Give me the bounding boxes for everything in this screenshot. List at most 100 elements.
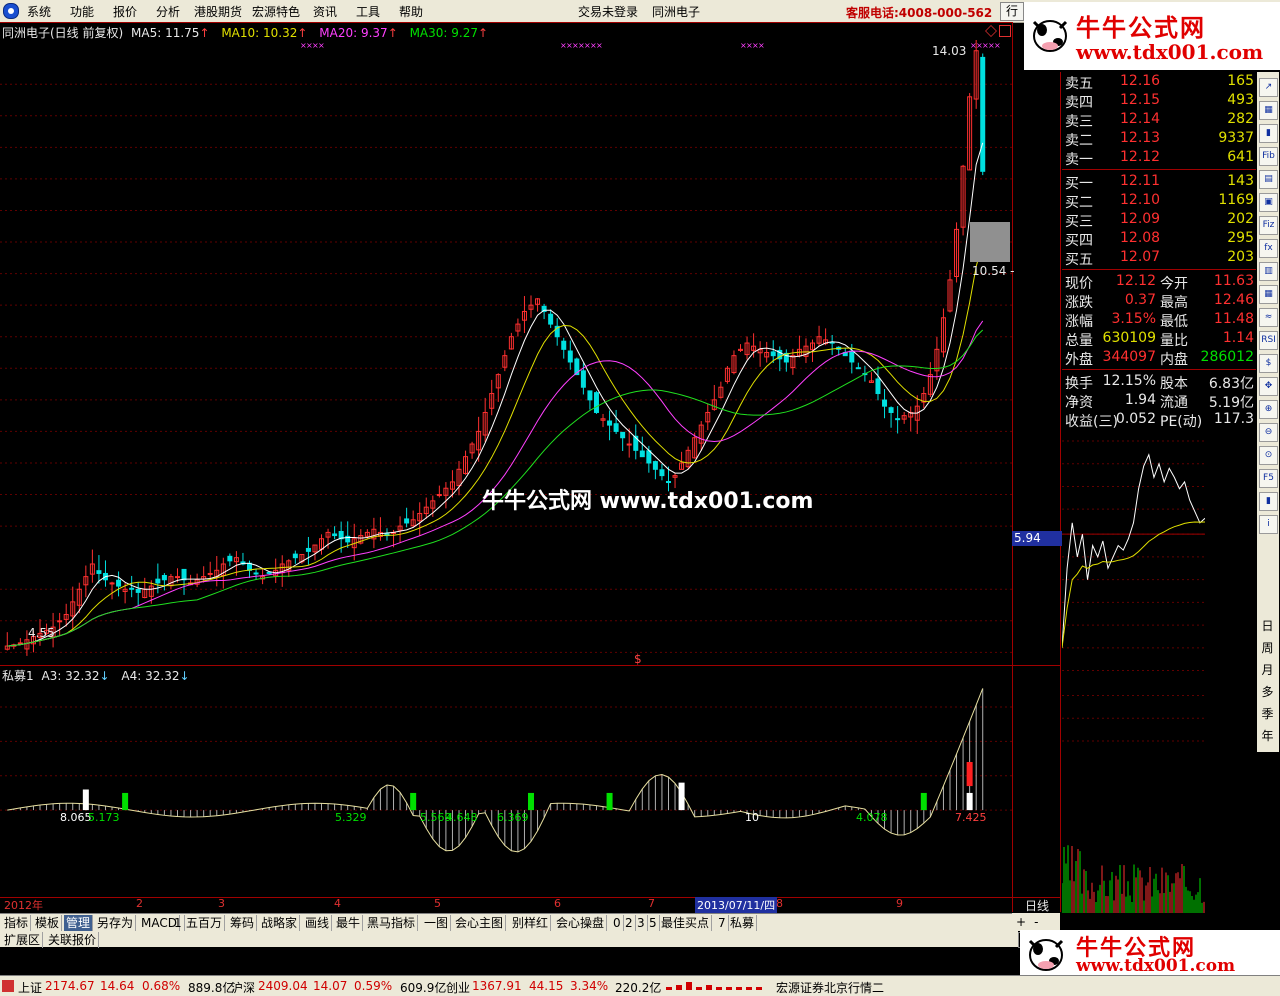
- tab-indicator[interactable]: 指标: [2, 915, 32, 931]
- tab-indicator[interactable]: 0: [611, 915, 624, 931]
- tab-indicator[interactable]: 管理: [64, 915, 94, 931]
- tab-indicator[interactable]: 7: [716, 915, 729, 931]
- menu-quote[interactable]: 报价: [113, 3, 137, 20]
- tab-indicator[interactable]: 模板: [33, 915, 63, 931]
- report-icon[interactable]: ▤: [1259, 170, 1278, 189]
- ask-row[interactable]: 卖二 12.13 9337: [1062, 129, 1256, 149]
- sh-flag-icon: [2, 980, 14, 992]
- candlestick-chart[interactable]: × × × × × × × × × × × × × × × × × × × ×: [0, 40, 1012, 665]
- pattern-icon[interactable]: ▣: [1259, 193, 1278, 212]
- signal-bar: [606, 792, 613, 811]
- menu-system[interactable]: 系统: [27, 3, 51, 20]
- bid-row[interactable]: 买五 12.07 203: [1062, 248, 1256, 268]
- stat-value: 117.3: [1213, 411, 1254, 427]
- rsi-icon[interactable]: RSI: [1259, 331, 1278, 350]
- divider: [0, 665, 1060, 666]
- tab-indicator[interactable]: 3: [635, 915, 648, 931]
- bid-row[interactable]: 买二 12.10 1169: [1062, 191, 1256, 211]
- candle-body: [332, 533, 338, 537]
- tab-indicator[interactable]: 战略家: [259, 915, 301, 931]
- bid-row[interactable]: 买四 12.08 295: [1062, 229, 1256, 249]
- zoom-icon[interactable]: ⊙: [1259, 446, 1278, 465]
- stat-label: 最高: [1160, 295, 1188, 311]
- quote-label: 买四: [1065, 233, 1093, 249]
- trade-button[interactable]: 行: [1000, 2, 1024, 21]
- stat-label: 收益(三): [1065, 414, 1118, 430]
- zoom-out-icon[interactable]: -: [1034, 915, 1038, 929]
- menu-help[interactable]: 帮助: [399, 3, 423, 20]
- tab-indicator[interactable]: 最佳买点: [659, 915, 713, 931]
- bid-row[interactable]: 买三 12.09 202: [1062, 210, 1256, 230]
- cy-label[interactable]: 创业: [446, 979, 470, 996]
- tab-indicator[interactable]: 1: [172, 915, 185, 931]
- indicator-a3: A3: 32.32: [41, 669, 100, 683]
- candle-body: [96, 570, 102, 574]
- period-button[interactable]: 日: [1259, 618, 1276, 635]
- line-chart-icon[interactable]: ↗: [1259, 78, 1278, 97]
- menu-news[interactable]: 资讯: [313, 3, 337, 20]
- trend-icon[interactable]: ≈: [1259, 308, 1278, 327]
- tab-indicator[interactable]: 另存为: [95, 915, 137, 931]
- info-icon[interactable]: i: [1259, 515, 1278, 534]
- intraday-chart[interactable]: [1062, 436, 1205, 914]
- sh-value: 2174.67: [45, 979, 95, 993]
- sz-label[interactable]: 沪深: [231, 979, 255, 996]
- f5-icon[interactable]: F5: [1259, 469, 1278, 488]
- tab-indicator[interactable]: 画线: [303, 915, 333, 931]
- diamond-icon[interactable]: [985, 25, 997, 37]
- fin-icon[interactable]: Fiz: [1259, 216, 1278, 235]
- fx-icon[interactable]: fx: [1259, 239, 1278, 258]
- tab-indicator[interactable]: 5: [647, 915, 660, 931]
- indicator-name[interactable]: 私募1: [2, 669, 34, 683]
- menu-function[interactable]: 功能: [70, 3, 94, 20]
- sh-label[interactable]: 上证: [18, 979, 42, 996]
- ask-row[interactable]: 卖三 12.14 282: [1062, 110, 1256, 130]
- fib-icon[interactable]: Fib: [1259, 147, 1278, 166]
- candle-icon[interactable]: ▮: [1259, 124, 1278, 143]
- menu-tools[interactable]: 工具: [356, 3, 380, 20]
- bid-row[interactable]: 买一 12.11 143: [1062, 172, 1256, 192]
- volume-icon[interactable]: ▮: [1259, 492, 1278, 511]
- ask-row[interactable]: 卖四 12.15 493: [1062, 91, 1256, 111]
- ask-row[interactable]: 卖五 12.16 165: [1062, 72, 1256, 92]
- tab-indicator[interactable]: 五百万: [184, 915, 226, 931]
- menu-hongyuan[interactable]: 宏源特色: [252, 3, 300, 20]
- tab-indicator[interactable]: 会心主图: [453, 915, 507, 931]
- tab-indicator[interactable]: 2: [623, 915, 636, 931]
- sh-amount: 889.8亿: [188, 981, 235, 995]
- add-icon[interactable]: ⊕: [1259, 400, 1278, 419]
- candle-body: [587, 390, 593, 401]
- subtract-icon[interactable]: ⊖: [1259, 423, 1278, 442]
- stat-value: 11.48: [1213, 311, 1254, 327]
- tab-indicator[interactable]: 别样红: [510, 915, 552, 931]
- period-button[interactable]: 季: [1259, 706, 1276, 723]
- tab-indicator[interactable]: 筹码: [228, 915, 258, 931]
- tab-related-quote[interactable]: 关联报价: [46, 932, 100, 948]
- period-button[interactable]: 月: [1259, 662, 1276, 679]
- tab-ext-area[interactable]: 扩展区: [2, 932, 44, 948]
- bar-chart-icon[interactable]: ▦: [1259, 101, 1278, 120]
- tab-indicator[interactable]: 一图: [422, 915, 452, 931]
- tab-indicator[interactable]: 会心操盘: [554, 915, 608, 931]
- tab-indicator[interactable]: 黑马指标: [365, 915, 419, 931]
- ask-row[interactable]: 卖一 12.12 641: [1062, 148, 1256, 168]
- zoom-in-icon[interactable]: +: [1016, 915, 1026, 929]
- signal-bar: [122, 792, 129, 811]
- menu-hk-futures[interactable]: 港股期货: [194, 3, 242, 20]
- menu-analysis[interactable]: 分析: [156, 3, 180, 20]
- move-icon[interactable]: ✥: [1259, 377, 1278, 396]
- tab-indicator[interactable]: 最牛: [334, 915, 364, 931]
- tab-indicator[interactable]: 私募: [728, 915, 758, 931]
- indicator-value-label: 5.329: [335, 811, 367, 824]
- minute-icon[interactable]: ▦: [1259, 285, 1278, 304]
- k-chart-icon[interactable]: ▥: [1259, 262, 1278, 281]
- period-button[interactable]: 多: [1259, 684, 1276, 701]
- maximize-icon[interactable]: [999, 25, 1011, 37]
- quote-price: 12.13: [1120, 130, 1161, 146]
- app-logo-icon[interactable]: [3, 3, 19, 19]
- cy-pct: 3.34%: [570, 979, 609, 993]
- period-button[interactable]: 周: [1259, 640, 1276, 657]
- indicator-chart[interactable]: 8.0655.173 5.329 5.5694.648 6.369 10 4.078 7.4…: [0, 683, 1012, 896]
- dollar-icon[interactable]: $: [1259, 354, 1278, 373]
- period-button[interactable]: 年: [1259, 728, 1276, 745]
